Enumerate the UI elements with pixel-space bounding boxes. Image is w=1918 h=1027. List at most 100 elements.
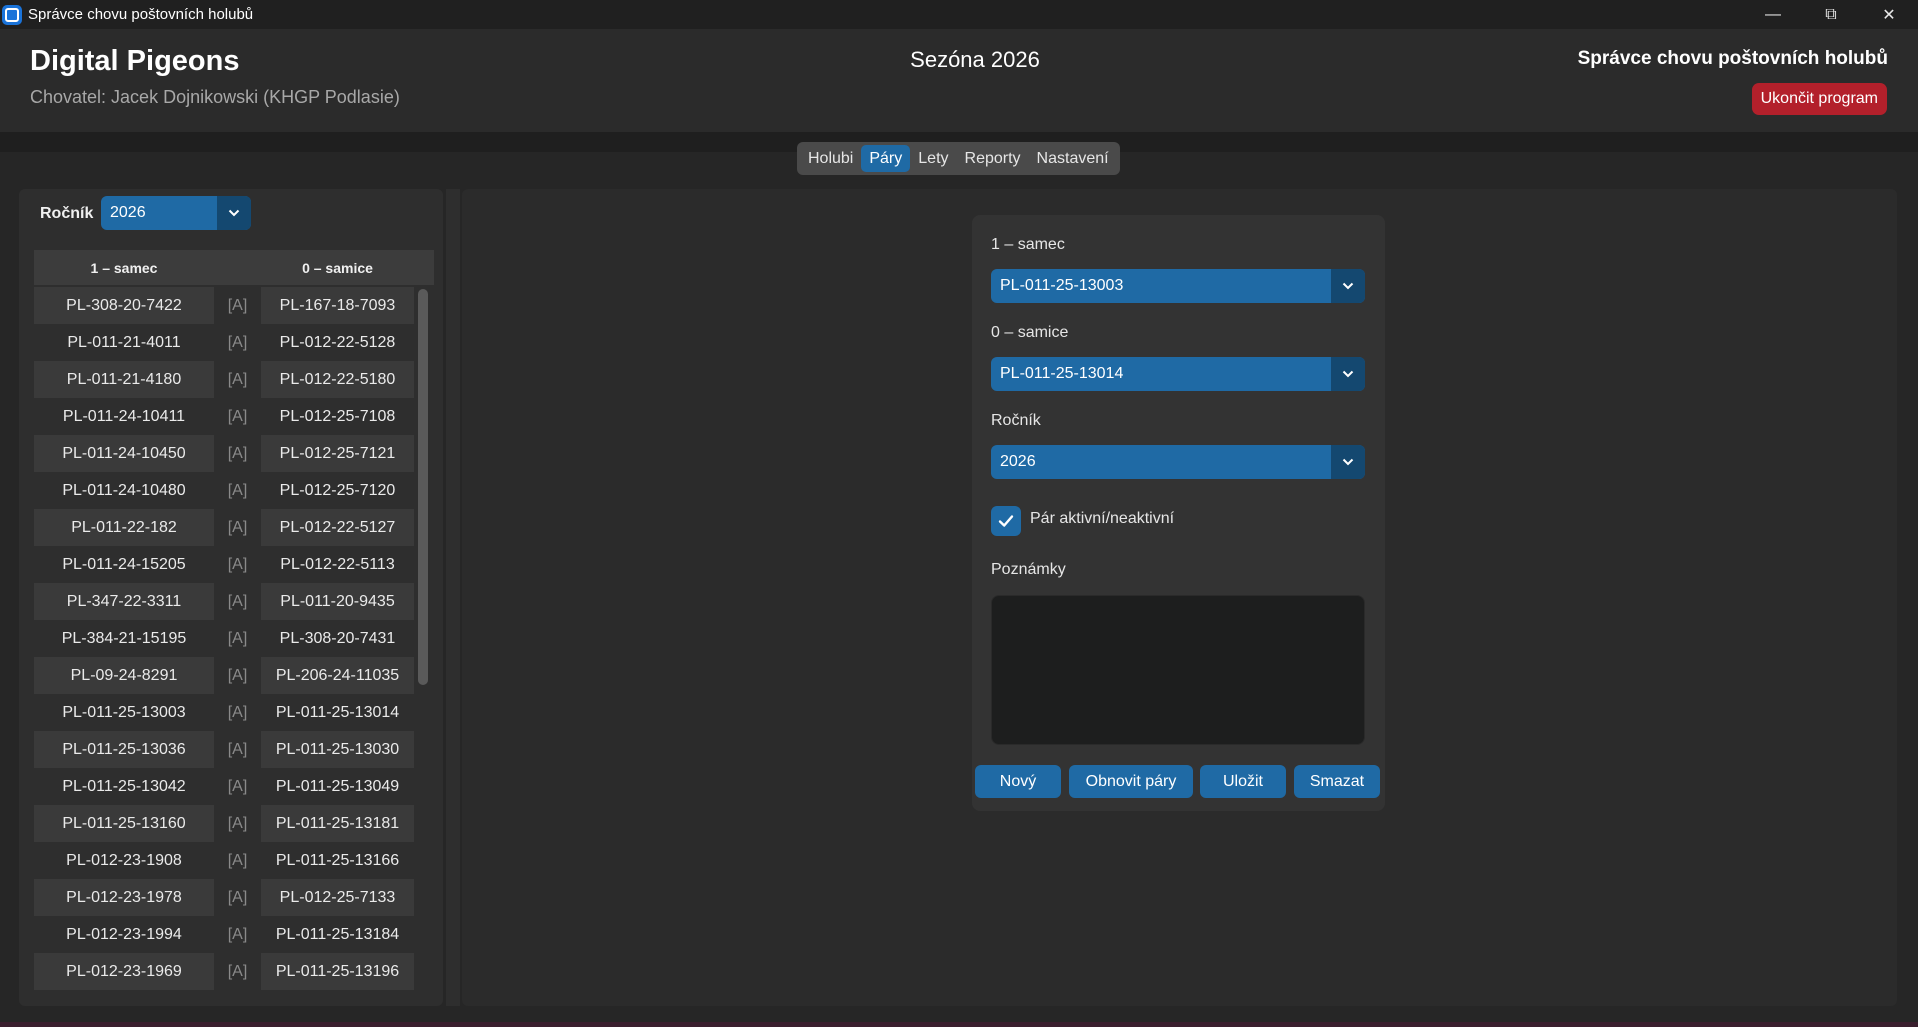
restore-icon[interactable]: ⧉ xyxy=(1802,0,1860,29)
male-ring-cell: PL-011-24-10480 xyxy=(34,472,214,509)
female-ring-cell: PL-206-24-11035 xyxy=(261,657,414,694)
female-ring-cell: PL-011-20-9435 xyxy=(261,583,414,620)
status-cell: [A] xyxy=(227,333,248,351)
refresh-pairs-button[interactable]: Obnovit páry xyxy=(1069,765,1193,798)
female-ring-cell: PL-012-22-5127 xyxy=(261,509,414,546)
table-row[interactable]: PL-011-25-13042 [A] PL-011-25-13049 xyxy=(34,768,414,805)
tab-nastaveni[interactable]: Nastavení xyxy=(1029,145,1117,172)
table-row[interactable]: PL-012-23-1969 [A] PL-011-25-13196 xyxy=(34,953,414,990)
male-ring-cell: PL-011-25-13036 xyxy=(34,731,214,768)
window-controls: — ⧉ ✕ xyxy=(1744,0,1918,29)
table-row[interactable]: PL-308-20-7422 [A] PL-167-18-7093 xyxy=(34,287,414,324)
female-ring-cell: PL-012-25-7108 xyxy=(261,398,414,435)
tab-reporty[interactable]: Reporty xyxy=(957,145,1029,172)
male-ring-cell: PL-308-20-7422 xyxy=(34,287,214,324)
exit-button[interactable]: Ukončit program xyxy=(1751,83,1887,115)
status-cell: [A] xyxy=(227,629,248,647)
tab-pary[interactable]: Páry xyxy=(861,145,911,172)
table-row[interactable]: PL-011-25-13003 [A] PL-011-25-13014 xyxy=(34,694,414,731)
minimize-icon[interactable]: — xyxy=(1744,0,1802,29)
table-row[interactable]: PL-011-22-182 [A] PL-012-22-5127 xyxy=(34,509,414,546)
status-cell: [A] xyxy=(227,481,248,499)
status-cell: [A] xyxy=(214,953,261,990)
checkmark-icon xyxy=(998,515,1014,527)
app-header: Digital Pigeons Chovatel: Jacek Dojnikow… xyxy=(0,29,1918,132)
table-row[interactable]: PL-011-24-10480 [A] PL-012-25-7120 xyxy=(34,472,414,509)
app-icon xyxy=(2,4,22,25)
male-ring-cell: PL-012-23-1994 xyxy=(34,916,214,953)
chevron-down-icon[interactable] xyxy=(1331,357,1365,391)
female-ring-cell: PL-012-22-5180 xyxy=(261,361,414,398)
table-row[interactable]: PL-011-24-10450 [A] PL-012-25-7121 xyxy=(34,435,414,472)
status-cell: [A] xyxy=(214,361,261,398)
table-row[interactable]: PL-011-21-4180 [A] PL-012-22-5180 xyxy=(34,361,414,398)
table-row[interactable]: PL-011-21-4011 [A] PL-012-22-5128 xyxy=(34,324,414,361)
male-ring-cell: PL-09-24-8291 xyxy=(34,657,214,694)
table-row[interactable]: PL-011-24-10411 [A] PL-012-25-7108 xyxy=(34,398,414,435)
table-row[interactable]: PL-384-21-15195 [A] PL-308-20-7431 xyxy=(34,620,414,657)
table-row[interactable]: PL-011-25-13160 [A] PL-011-25-13181 xyxy=(34,805,414,842)
delete-button[interactable]: Smazat xyxy=(1294,765,1380,798)
new-button[interactable]: Nový xyxy=(975,765,1061,798)
female-ring-cell: PL-011-25-13030 xyxy=(261,731,414,768)
male-select-value: PL-011-25-13003 xyxy=(1000,277,1124,294)
table-row[interactable]: PL-09-24-8291 [A] PL-206-24-11035 xyxy=(34,657,414,694)
table-scrollbar[interactable] xyxy=(418,289,428,685)
tab-bar: Holubi Páry Lety Reporty Nastavení xyxy=(797,142,1120,175)
male-ring-cell: PL-011-24-10450 xyxy=(34,435,214,472)
table-row[interactable]: PL-012-23-1994 [A] PL-011-25-13184 xyxy=(34,916,414,953)
chevron-down-icon[interactable] xyxy=(1331,445,1365,479)
female-ring-cell: PL-308-20-7431 xyxy=(261,620,414,657)
female-ring-cell: PL-011-25-13014 xyxy=(261,694,414,731)
male-ring-cell: PL-011-25-13042 xyxy=(34,768,214,805)
female-ring-cell: PL-011-25-13196 xyxy=(261,953,414,990)
active-checkbox[interactable] xyxy=(991,506,1021,536)
status-cell: [A] xyxy=(214,287,261,324)
column-header-male[interactable]: 1 – samec xyxy=(34,250,214,285)
chevron-down-icon[interactable] xyxy=(217,196,251,230)
female-ring-cell: PL-011-25-13049 xyxy=(261,768,414,805)
year-select[interactable]: 2026 xyxy=(991,445,1365,479)
status-cell: [A] xyxy=(214,731,261,768)
male-ring-cell: PL-347-22-3311 xyxy=(34,583,214,620)
notes-textarea[interactable] xyxy=(991,595,1365,745)
save-button[interactable]: Uložit xyxy=(1200,765,1286,798)
column-header-female[interactable]: 0 – samice xyxy=(261,250,414,285)
taskbar-edge xyxy=(0,1022,1918,1027)
male-ring-cell: PL-012-23-1969 xyxy=(34,953,214,990)
female-ring-cell: PL-011-25-13181 xyxy=(261,805,414,842)
female-select[interactable]: PL-011-25-13014 xyxy=(991,357,1365,391)
breeder-info: Chovatel: Jacek Dojnikowski (KHGP Podlas… xyxy=(30,87,400,107)
year-filter-select[interactable]: 2026 xyxy=(101,196,251,230)
table-row[interactable]: PL-011-25-13036 [A] PL-011-25-13030 xyxy=(34,731,414,768)
table-row[interactable]: PL-012-23-1978 [A] PL-012-25-7133 xyxy=(34,879,414,916)
female-select-value: PL-011-25-13014 xyxy=(1000,365,1124,382)
status-cell: [A] xyxy=(214,879,261,916)
table-row[interactable]: PL-347-22-3311 [A] PL-011-20-9435 xyxy=(34,583,414,620)
active-checkbox-label[interactable]: Pár aktivní/neaktivní xyxy=(1030,510,1174,528)
female-ring-cell: PL-012-25-7133 xyxy=(261,879,414,916)
female-label: 0 – samice xyxy=(991,324,1069,341)
status-cell: [A] xyxy=(214,435,261,472)
tab-holubi[interactable]: Holubi xyxy=(800,145,861,172)
chevron-down-icon[interactable] xyxy=(1331,269,1365,303)
female-ring-cell: PL-012-25-7121 xyxy=(261,435,414,472)
table-row[interactable]: PL-012-23-1908 [A] PL-011-25-13166 xyxy=(34,842,414,879)
app-title: Správce chovu poštovních holubů xyxy=(1577,48,1888,69)
male-label: 1 – samec xyxy=(991,236,1065,253)
close-icon[interactable]: ✕ xyxy=(1860,0,1918,29)
male-ring-cell: PL-012-23-1978 xyxy=(34,879,214,916)
tab-lety[interactable]: Lety xyxy=(910,145,956,172)
status-cell: [A] xyxy=(227,851,248,869)
female-ring-cell: PL-012-22-5128 xyxy=(261,324,414,361)
year-label: Ročník xyxy=(991,412,1041,429)
title-bar: Správce chovu poštovních holubů — ⧉ ✕ xyxy=(0,0,1918,29)
male-ring-cell: PL-011-24-15205 xyxy=(34,546,214,583)
female-ring-cell: PL-011-25-13184 xyxy=(261,916,414,953)
male-ring-cell: PL-011-22-182 xyxy=(34,509,214,546)
table-row[interactable]: PL-011-24-15205 [A] PL-012-22-5113 xyxy=(34,546,414,583)
male-select[interactable]: PL-011-25-13003 xyxy=(991,269,1365,303)
male-ring-cell: PL-012-23-1908 xyxy=(34,842,214,879)
panel-divider[interactable] xyxy=(446,189,460,1006)
table-body: PL-308-20-7422 [A] PL-167-18-7093 PL-011-21… xyxy=(34,287,414,990)
